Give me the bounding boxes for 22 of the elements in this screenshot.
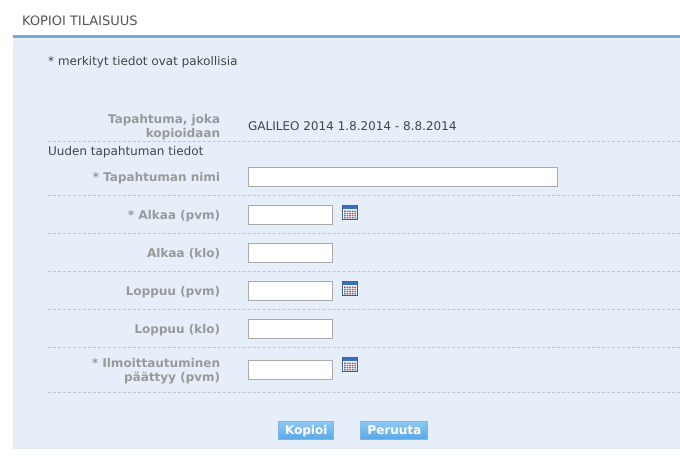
text-field[interactable]: [248, 166, 558, 186]
field-label: Loppuu (pvm): [126, 284, 220, 298]
page-title: KOPIOI TILAISUUS: [22, 14, 138, 29]
date-field[interactable]: [248, 280, 333, 300]
date-field[interactable]: [248, 360, 333, 380]
field-label: Tapahtuma, joka kopioidaan: [108, 112, 220, 140]
action-button[interactable]: Kopioi: [278, 421, 334, 440]
field-label: * Alkaa (pvm): [128, 208, 220, 222]
source-event: GALILEO 2014 1.8.2014 - 8.8.2014: [248, 118, 456, 132]
time-field[interactable]: [248, 242, 333, 262]
action-button[interactable]: Peruuta: [360, 421, 428, 440]
time-field[interactable]: [248, 318, 333, 338]
section-heading: Uuden tapahtuman tiedot: [48, 144, 204, 158]
date-field[interactable]: [248, 204, 333, 224]
calendar-icon[interactable]: [342, 205, 358, 220]
calendar-icon[interactable]: [342, 357, 358, 372]
field-label: Loppuu (klo): [134, 322, 220, 336]
field-label: * Ilmoittautuminen päättyy (pvm): [90, 356, 220, 384]
calendar-icon[interactable]: [342, 281, 358, 296]
field-label: Alkaa (klo): [146, 246, 220, 260]
field-label: * Tapahtuman nimi: [92, 170, 220, 184]
required-note: * merkityt tiedot ovat pakollisia: [48, 54, 238, 68]
